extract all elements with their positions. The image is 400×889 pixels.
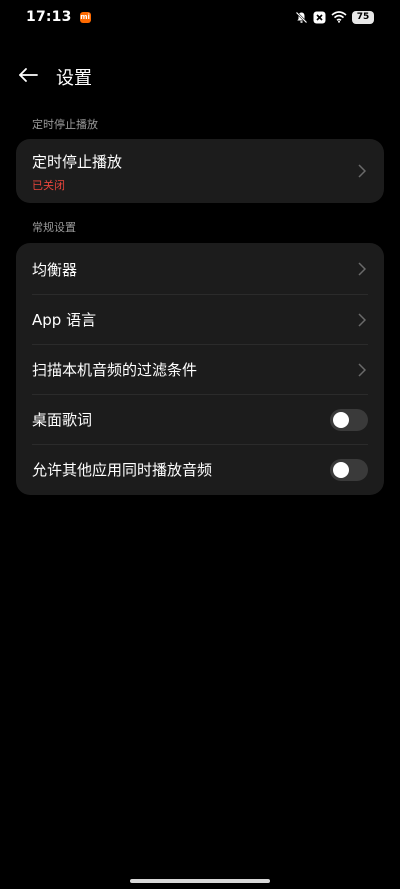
home-indicator[interactable] [130,879,270,883]
scan-filter-item[interactable]: 扫描本机音频的过滤条件 [32,344,368,394]
mute-bell-icon [295,11,308,24]
page-title: 设置 [56,68,92,89]
chevron-right-icon [358,262,368,276]
status-left: 17:13 mi [26,9,91,25]
back-button[interactable] [16,64,40,86]
chevron-right-icon [358,164,368,178]
section-label-timer: 定时停止播放 [32,118,98,131]
allow-concurrent-audio-label: 允许其他应用同时播放音频 [32,461,213,479]
toggle-knob [333,411,349,428]
timer-stop-item[interactable]: 定时停止播放 已关闭 [32,139,368,203]
scan-filter-label: 扫描本机音频的过滤条件 [32,361,198,379]
allow-concurrent-audio-toggle[interactable] [330,458,368,481]
back-arrow-icon [19,68,38,82]
desktop-lyrics-item: 桌面歌词 [32,394,368,444]
allow-concurrent-audio-item: 允许其他应用同时播放音频 [32,444,368,494]
mi-notification-icon: mi [79,11,91,23]
wifi-icon [331,11,347,23]
section-label-general: 常规设置 [32,221,76,234]
close-box-icon [313,11,326,24]
chevron-right-icon [358,312,368,327]
app-language-label: App 语言 [32,311,97,329]
toggle-knob [333,461,349,478]
chevron-right-icon [358,362,368,377]
status-right: 75 [295,10,374,24]
battery-indicator: 75 [352,10,374,24]
timer-card: 定时停止播放 已关闭 [16,139,384,203]
status-bar: 17:13 mi 75 [0,0,400,34]
desktop-lyrics-toggle[interactable] [330,408,368,431]
equalizer-item[interactable]: 均衡器 [32,244,368,294]
desktop-lyrics-label: 桌面歌词 [32,411,93,429]
timer-stop-status: 已关闭 [32,179,65,192]
equalizer-label: 均衡器 [32,260,78,279]
status-time: 17:13 [26,9,72,25]
app-language-item[interactable]: App 语言 [32,294,368,344]
timer-stop-title: 定时停止播放 [32,153,123,171]
general-settings-card: 均衡器 App 语言 扫描本机音频的过滤条件 桌面歌词 允许其他应用同时播放音频 [16,243,384,495]
app-header: 设置 [0,56,400,94]
